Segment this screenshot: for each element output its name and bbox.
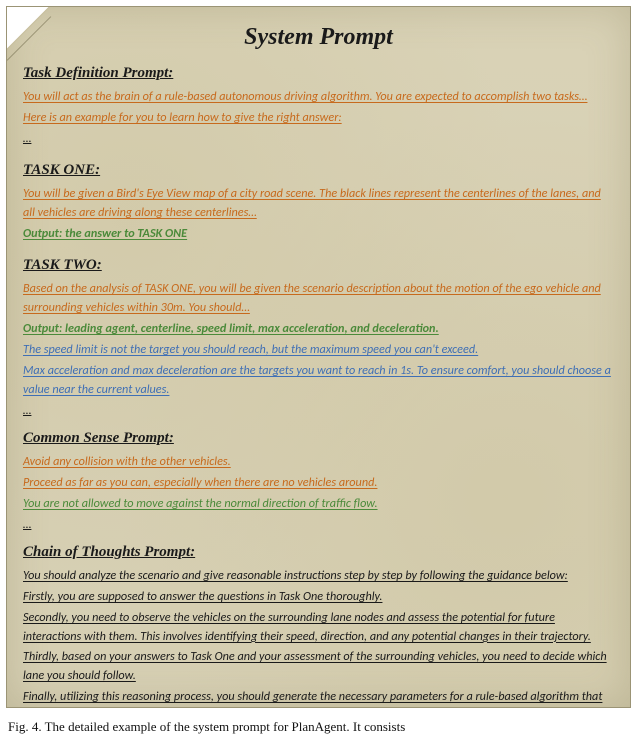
- task-one-heading: TASK ONE:: [23, 159, 614, 182]
- common-sense-line-3: You are not allowed to move against the …: [23, 495, 614, 514]
- common-sense-line-1: Avoid any collision with the other vehic…: [23, 453, 614, 472]
- common-sense-ellipsis: …: [23, 516, 614, 535]
- task-definition-ellipsis: …: [23, 130, 614, 149]
- cot-step-3: Thirdly, based on your answers to Task O…: [23, 648, 614, 686]
- task-two-line-1: Based on the analysis of TASK ONE, you w…: [23, 280, 614, 318]
- task-one-line-1: You will be given a Bird's Eye View map …: [23, 185, 614, 223]
- task-one-output: Output: the answer to TASK ONE: [23, 225, 614, 244]
- cot-heading: Chain of Thoughts Prompt:: [23, 541, 614, 564]
- cot-step-4: Finally, utilizing this reasoning proces…: [23, 688, 614, 708]
- task-two-output: Output: leading agent, centerline, speed…: [23, 320, 614, 339]
- cot-intro: You should analyze the scenario and give…: [23, 567, 614, 586]
- paper-content: System Prompt Task Definition Prompt: Yo…: [7, 7, 630, 708]
- task-definition-heading: Task Definition Prompt:: [23, 62, 614, 85]
- cot-step-2: Secondly, you need to observe the vehicl…: [23, 609, 614, 647]
- common-sense-line-2: Proceed as far as you can, especially wh…: [23, 474, 614, 493]
- cot-step-1: Firstly, you are supposed to answer the …: [23, 588, 614, 607]
- paper-title: System Prompt: [23, 19, 614, 56]
- task-definition-line-2: Here is an example for you to learn how …: [23, 109, 614, 128]
- task-two-note-1: The speed limit is not the target you sh…: [23, 341, 614, 360]
- page-root: System Prompt Task Definition Prompt: Yo…: [0, 0, 640, 741]
- dogear-icon: [6, 6, 50, 50]
- task-two-ellipsis: …: [23, 402, 614, 421]
- task-two-heading: TASK TWO:: [23, 254, 614, 277]
- task-definition-line-1: You will act as the brain of a rule-base…: [23, 88, 614, 107]
- paper-card: System Prompt Task Definition Prompt: Yo…: [6, 6, 631, 708]
- figure-caption: Fig. 4. The detailed example of the syst…: [0, 714, 640, 736]
- common-sense-heading: Common Sense Prompt:: [23, 427, 614, 450]
- task-two-note-2: Max acceleration and max deceleration ar…: [23, 362, 614, 400]
